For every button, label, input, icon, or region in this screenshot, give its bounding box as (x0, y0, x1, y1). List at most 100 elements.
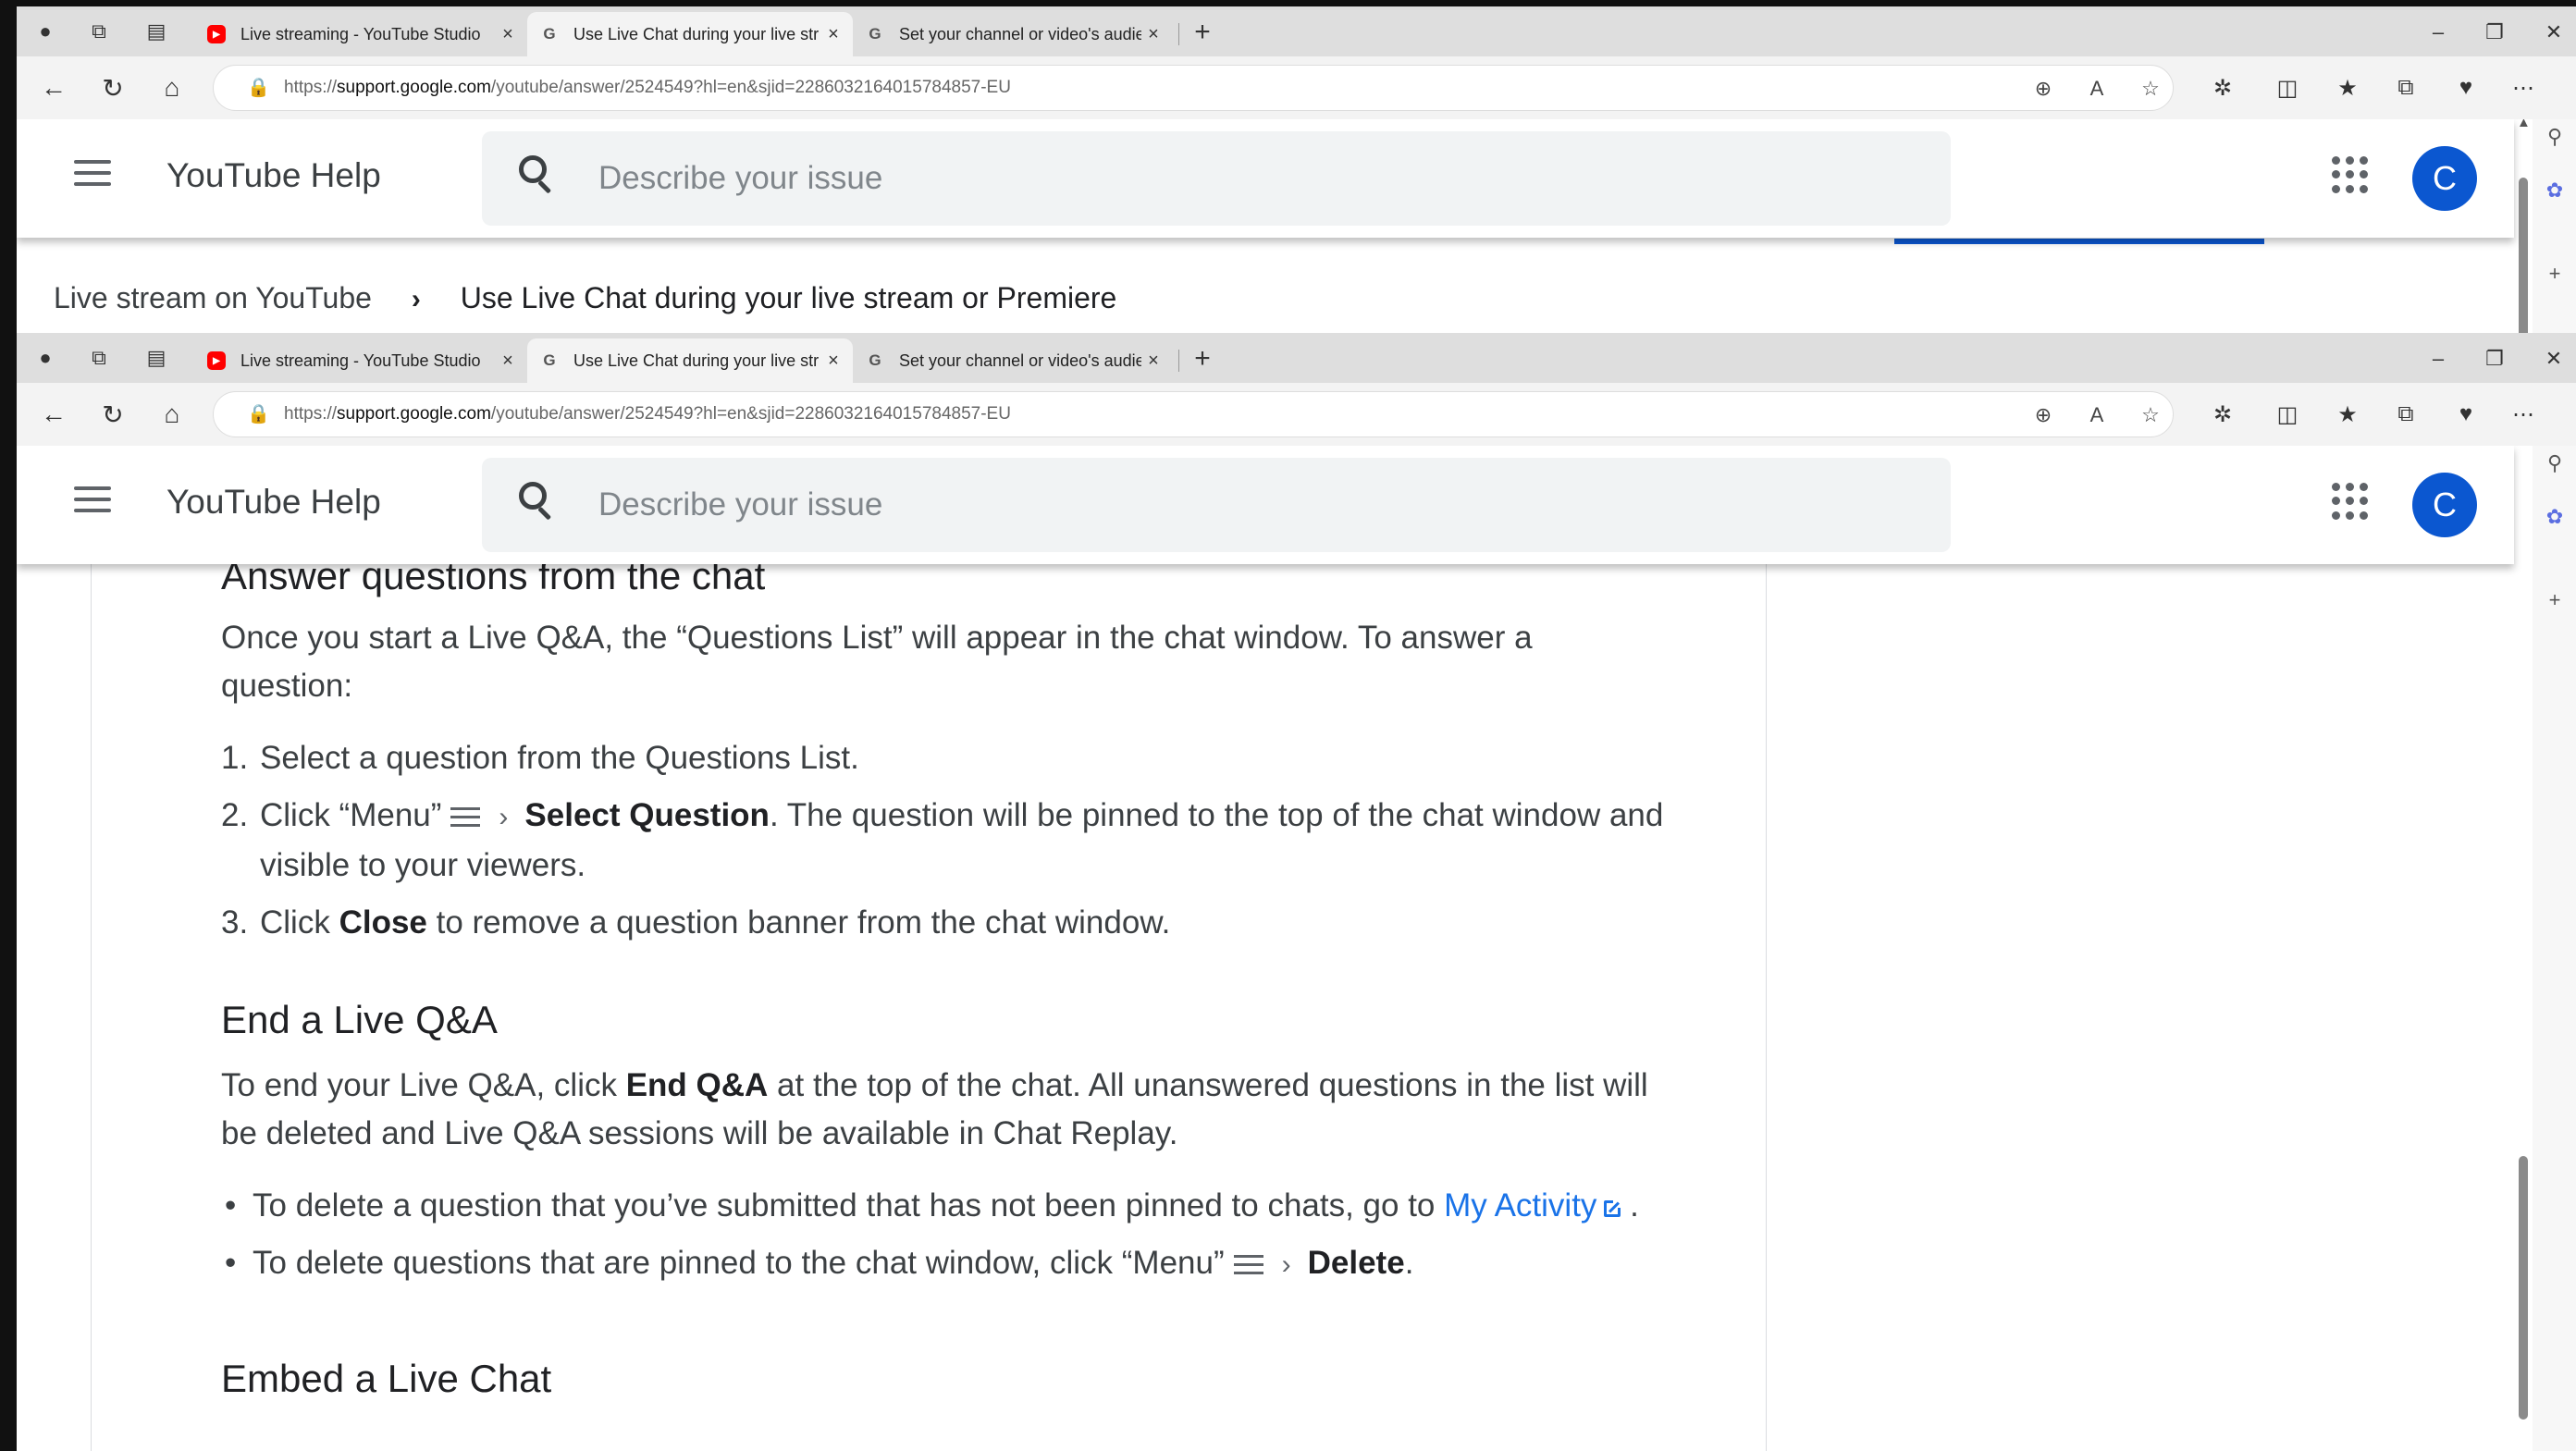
site-title[interactable]: YouTube Help (166, 156, 381, 195)
sidebar-add-icon[interactable]: + (2542, 261, 2568, 287)
new-tab-button[interactable]: + (1184, 340, 1221, 377)
my-activity-link[interactable]: My Activity (1444, 1187, 1596, 1224)
vertical-scrollbar[interactable]: ▲ (2514, 111, 2533, 1451)
new-tab-button[interactable]: + (1184, 14, 1221, 51)
step-bold: Close (339, 904, 427, 941)
workspaces-icon[interactable]: ⧉ (83, 16, 115, 47)
tab-strip: ● ⧉ ▤ ▶ Live streaming - YouTube Studio … (17, 333, 2576, 383)
read-aloud-icon[interactable]: A (2082, 74, 2112, 104)
site-header-front: YouTube Help C (17, 446, 2514, 564)
profile-icon[interactable]: ● (30, 342, 61, 374)
breadcrumb-parent[interactable]: Live stream on YouTube (54, 281, 372, 314)
more-menu-icon[interactable]: ⋯ (2505, 396, 2542, 433)
search-input[interactable] (597, 478, 1895, 532)
sidebar-copilot-icon[interactable]: ✿ (2542, 178, 2568, 203)
close-window-button[interactable]: ✕ (2531, 340, 2576, 377)
tab-live-chat[interactable]: G Use Live Chat during your live str × (527, 338, 853, 383)
favorites-icon[interactable]: ★ (2329, 69, 2366, 106)
refresh-icon[interactable]: ↻ (94, 396, 131, 433)
more-menu-icon[interactable]: ⋯ (2505, 69, 2542, 106)
tab-actions-icon[interactable]: ▤ (141, 342, 172, 374)
navigation-bar: ← ↻ ⌂ 🔒 https://support.google.com/youtu… (17, 383, 2576, 446)
close-tab-icon[interactable]: × (821, 24, 845, 45)
profile-icon[interactable]: ● (30, 16, 61, 47)
close-tab-icon[interactable]: × (1141, 350, 1165, 372)
favorite-star-icon[interactable]: ☆ (2136, 74, 2165, 104)
back-icon[interactable]: ← (35, 396, 72, 433)
tab-live-chat[interactable]: G Use Live Chat during your live str × (527, 12, 853, 56)
sidebar-add-icon[interactable]: + (2542, 587, 2568, 613)
lock-icon[interactable]: 🔒 (247, 402, 270, 425)
zoom-icon[interactable]: ⊕ (2028, 400, 2058, 430)
section-heading: Embed a Live Chat (221, 1357, 552, 1400)
navigation-bar: ← ↻ ⌂ 🔒 https://support.google.com/youtu… (17, 56, 2576, 119)
tab-youtube-studio[interactable]: ▶ Live streaming - YouTube Studio × (194, 338, 527, 383)
search-box[interactable] (482, 458, 1951, 552)
step-text: Click “Menu” (260, 797, 442, 833)
restore-button[interactable]: ❐ (2471, 14, 2518, 51)
site-title[interactable]: YouTube Help (166, 483, 381, 522)
menu-icon (1233, 1255, 1263, 1275)
bullet: • (225, 1187, 237, 1224)
tab-channel-audience[interactable]: G Set your channel or video's audie × (853, 12, 1173, 56)
account-avatar[interactable]: C (2412, 473, 2477, 537)
main-menu-icon[interactable] (74, 160, 111, 186)
close-window-button[interactable]: ✕ (2531, 14, 2576, 51)
search-icon[interactable] (519, 482, 552, 521)
refresh-icon[interactable]: ↻ (94, 69, 131, 106)
search-input[interactable] (597, 152, 1895, 205)
tab-channel-audience[interactable]: G Set your channel or video's audie × (853, 338, 1173, 383)
list-item: 1. Select a question from the Questions … (221, 734, 1664, 782)
restore-button[interactable]: ❐ (2471, 340, 2518, 377)
read-aloud-icon[interactable]: A (2082, 400, 2112, 430)
collections-icon[interactable]: ⧉ (2387, 69, 2424, 106)
url-text[interactable]: https://support.google.com/youtube/answe… (284, 404, 1011, 424)
split-screen-icon[interactable]: ◫ (2269, 396, 2306, 433)
split-screen-icon[interactable]: ◫ (2269, 69, 2306, 106)
url-text[interactable]: https://support.google.com/youtube/answe… (284, 78, 1011, 98)
scrollbar-thumb[interactable] (2519, 1156, 2528, 1420)
search-box[interactable] (482, 131, 1951, 226)
sidebar-search-icon[interactable]: ⚲ (2542, 450, 2568, 476)
tab-actions-icon[interactable]: ▤ (141, 16, 172, 47)
account-avatar[interactable]: C (2412, 146, 2477, 211)
youtube-icon: ▶ (207, 25, 226, 43)
minimize-button[interactable]: – (2415, 340, 2461, 377)
browser-essentials-icon[interactable]: ♥ (2447, 69, 2484, 106)
home-icon[interactable]: ⌂ (154, 69, 191, 106)
favorite-star-icon[interactable]: ☆ (2136, 400, 2165, 430)
back-icon[interactable]: ← (35, 69, 72, 106)
close-tab-icon[interactable]: × (821, 350, 845, 372)
close-tab-icon[interactable]: × (496, 24, 520, 45)
tab-youtube-studio[interactable]: ▶ Live streaming - YouTube Studio × (194, 12, 527, 56)
extensions-icon[interactable]: ✲ (2204, 396, 2241, 433)
step-text: Click (260, 904, 339, 941)
sidebar-copilot-icon[interactable]: ✿ (2542, 504, 2568, 530)
google-apps-icon[interactable] (2332, 156, 2369, 193)
collections-icon[interactable]: ⧉ (2387, 396, 2424, 433)
address-bar[interactable]: 🔒 https://support.google.com/youtube/ans… (213, 391, 2174, 437)
external-link-icon[interactable] (1604, 1199, 1623, 1217)
home-icon[interactable]: ⌂ (154, 396, 191, 433)
tab-title: Live streaming - YouTube Studio (240, 350, 481, 370)
favorites-icon[interactable]: ★ (2329, 396, 2366, 433)
browser-essentials-icon[interactable]: ♥ (2447, 396, 2484, 433)
workspaces-icon[interactable]: ⧉ (83, 342, 115, 374)
search-icon[interactable] (519, 155, 552, 194)
lock-icon[interactable]: 🔒 (247, 76, 270, 99)
bullet-text: To delete a question that you’ve submitt… (253, 1187, 1445, 1224)
sidebar-search-icon[interactable]: ⚲ (2542, 124, 2568, 150)
minimize-button[interactable]: – (2415, 14, 2461, 51)
chevron-right-icon: › (411, 284, 421, 314)
close-tab-icon[interactable]: × (1141, 24, 1165, 45)
bullet-bold: Delete (1307, 1245, 1405, 1281)
tab-strip: ● ⧉ ▤ ▶ Live streaming - YouTube Studio … (17, 6, 2576, 56)
chevron-right-icon: › (499, 802, 509, 832)
address-bar[interactable]: 🔒 https://support.google.com/youtube/ans… (213, 65, 2174, 111)
main-menu-icon[interactable] (74, 486, 111, 512)
close-tab-icon[interactable]: × (496, 350, 520, 372)
google-icon: G (869, 25, 881, 43)
zoom-icon[interactable]: ⊕ (2028, 74, 2058, 104)
google-apps-icon[interactable] (2332, 483, 2369, 520)
extensions-icon[interactable]: ✲ (2204, 69, 2241, 106)
